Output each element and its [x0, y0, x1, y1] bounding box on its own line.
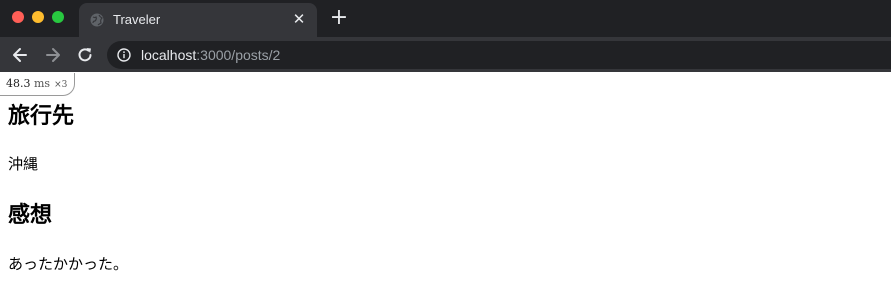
url-path: :3000/posts/2 — [196, 47, 281, 63]
browser-title-bar: Traveler ✕ + — [0, 0, 891, 37]
globe-icon — [90, 13, 104, 27]
back-arrow-icon[interactable] — [10, 45, 30, 65]
address-bar[interactable]: localhost:3000/posts/2 — [107, 41, 891, 69]
forward-arrow-icon[interactable] — [43, 45, 63, 65]
browser-tab[interactable]: Traveler ✕ — [79, 3, 317, 37]
destination-heading: 旅行先 — [8, 104, 75, 129]
profiler-count: ×3 — [54, 80, 68, 90]
profiler-unit: ms — [34, 77, 51, 90]
window-close-button[interactable] — [12, 11, 24, 23]
impression-text: あったかかった。 — [8, 255, 129, 273]
window-minimize-button[interactable] — [32, 11, 44, 23]
profiler-time: 48.3 — [6, 77, 31, 90]
reload-icon[interactable] — [75, 45, 95, 65]
tab-close-icon[interactable]: ✕ — [290, 10, 308, 28]
info-icon[interactable] — [117, 48, 131, 62]
destination-text: 沖縄 — [8, 155, 39, 173]
impression-heading: 感想 — [8, 203, 53, 228]
tab-title: Traveler — [113, 12, 161, 27]
profiler-badge[interactable]: 48.3 ms ×3 — [0, 73, 76, 96]
new-tab-button[interactable]: + — [329, 7, 349, 29]
browser-toolbar: localhost:3000/posts/2 — [0, 37, 891, 72]
window-maximize-button[interactable] — [52, 11, 64, 23]
url-text[interactable]: localhost:3000/posts/2 — [141, 47, 280, 63]
url-host: localhost — [141, 47, 197, 63]
